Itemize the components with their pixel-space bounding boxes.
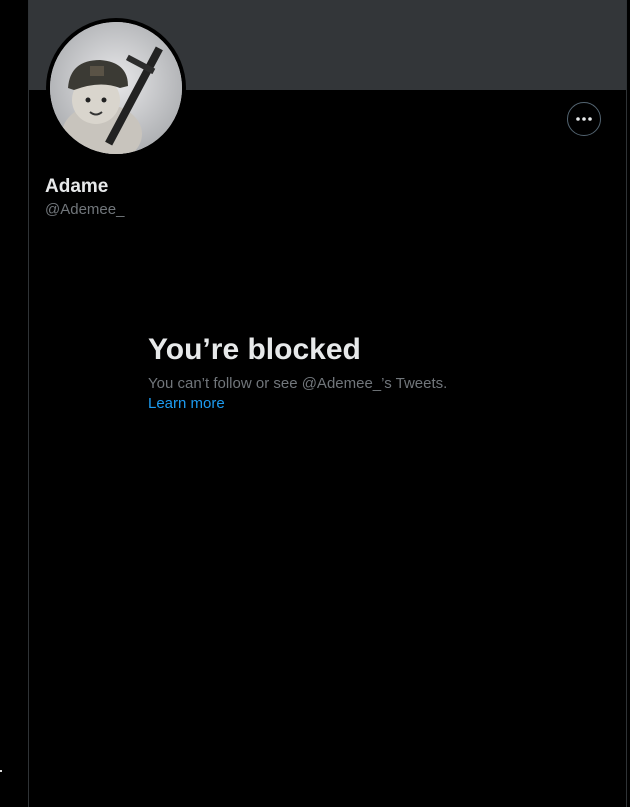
sidebar-indicator	[0, 770, 2, 772]
right-divider	[626, 0, 627, 807]
avatar-image	[50, 22, 182, 154]
blocked-message-text: You can’t follow or see @Ademee_’s Tweet…	[148, 375, 448, 392]
profile-page: Adame @Ademee_ You’re blocked You can’t …	[0, 0, 630, 807]
blocked-notice: You’re blocked You can’t follow or see @…	[148, 330, 488, 414]
blocked-message: You can’t follow or see @Ademee_’s Tweet…	[148, 374, 488, 414]
profile-column: Adame @Ademee_ You’re blocked You can’t …	[29, 0, 626, 807]
profile-avatar[interactable]	[46, 18, 186, 158]
more-options-button[interactable]	[567, 102, 601, 136]
more-horizontal-icon	[576, 117, 592, 121]
user-handle: @Ademee_	[45, 201, 125, 218]
left-sidebar	[0, 0, 28, 807]
learn-more-link[interactable]: Learn more	[148, 395, 225, 412]
blocked-title: You’re blocked	[148, 333, 361, 366]
display-name: Adame	[45, 176, 109, 197]
